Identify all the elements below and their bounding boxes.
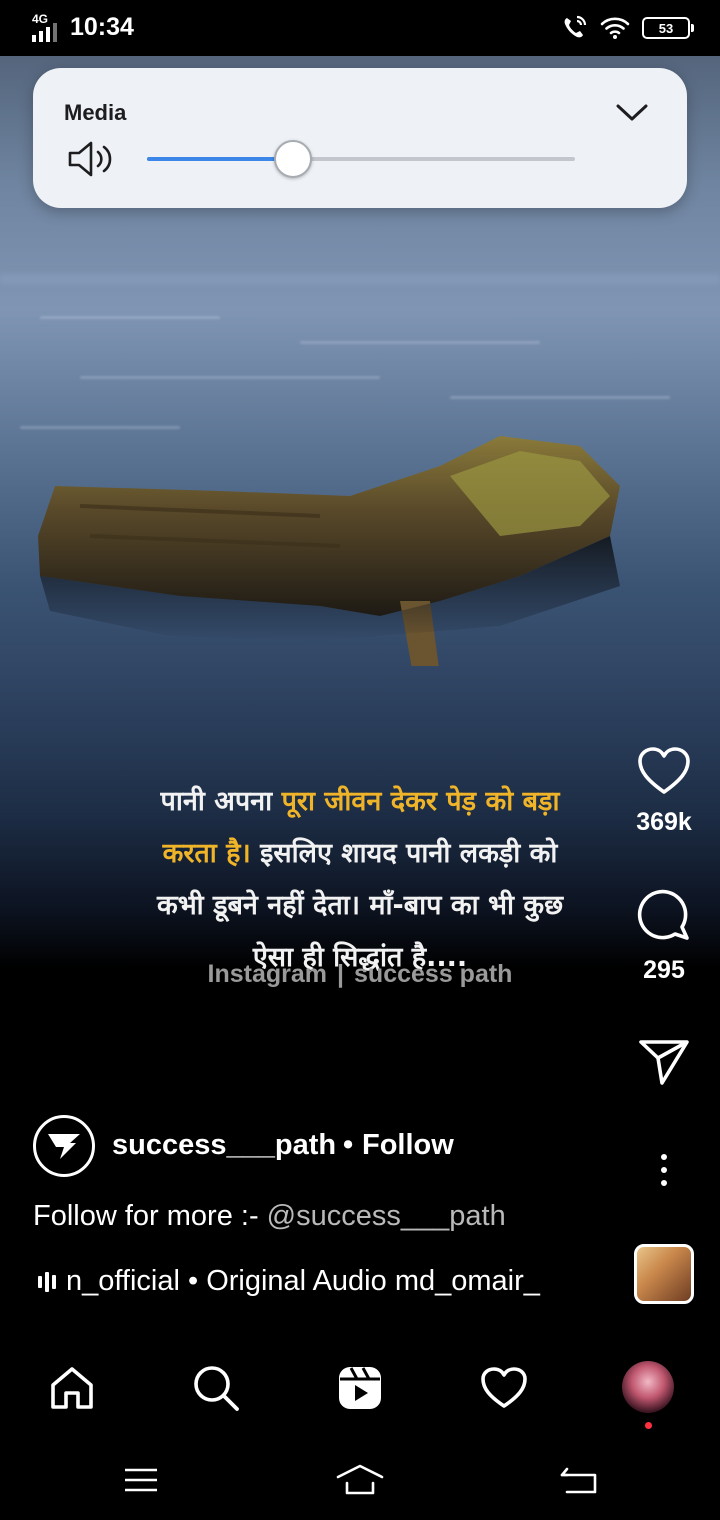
account-username[interactable]: success___path: [112, 1129, 336, 1162]
volume-panel-title: Media: [64, 100, 127, 125]
profile-avatar[interactable]: [622, 1361, 674, 1413]
comment-count: 295: [643, 956, 685, 984]
audio-thumbnail[interactable]: [634, 1244, 694, 1304]
caption-mention[interactable]: @success___path: [267, 1200, 506, 1232]
like-count: 369k: [636, 808, 692, 836]
chevron-down-icon[interactable]: [615, 102, 649, 124]
volume-slider[interactable]: [147, 140, 575, 178]
menu-icon[interactable]: [116, 1460, 166, 1500]
send-icon[interactable]: [638, 1038, 690, 1086]
like-action[interactable]: 369k: [620, 746, 708, 837]
share-action[interactable]: [620, 1038, 708, 1086]
credit-account: success path: [354, 960, 513, 988]
network-type: 4G: [32, 12, 49, 26]
nav-reels[interactable]: [332, 1360, 388, 1416]
bottom-nav: [0, 1324, 720, 1450]
reel-video[interactable]: [0, 56, 720, 1324]
more-options-icon[interactable]: [650, 1150, 678, 1190]
notification-dot: [645, 1422, 652, 1429]
quote-line3: कभी डूबने नहीं देता। माँ-बाप का भी कुछ: [156, 890, 564, 921]
cellular-signal-icon: 4G: [30, 12, 62, 42]
heart-icon[interactable]: [637, 746, 691, 796]
nav-activity[interactable]: [476, 1360, 532, 1416]
quote-line1: पानी अपना: [160, 786, 282, 817]
volume-slider-thumb[interactable]: [273, 140, 312, 178]
comment-icon[interactable]: [636, 888, 692, 944]
activity-heart-icon[interactable]: [480, 1366, 528, 1410]
credit-platform: Instagram: [207, 960, 328, 988]
reel-caption[interactable]: Follow for more :- @success___path: [33, 1200, 506, 1233]
reel-quote-text: पानी अपना पूरा जीवन देकर पेड़ को बड़ा कर…: [100, 776, 620, 984]
search-icon[interactable]: [192, 1364, 240, 1412]
media-volume-panel: Media: [33, 68, 687, 208]
caption-text: Follow for more :-: [33, 1200, 267, 1232]
status-icons: 53: [560, 14, 694, 42]
back-icon[interactable]: [554, 1460, 604, 1500]
reel-credit: Instagram | success path: [100, 960, 620, 989]
audio-info[interactable]: n_official • Original Audio md_omair_: [38, 1265, 608, 1298]
wifi-icon: [600, 17, 630, 39]
wifi-calling-icon: [564, 15, 587, 38]
nav-search[interactable]: [188, 1360, 244, 1416]
system-navigation-bar: [0, 1450, 720, 1520]
account-avatar[interactable]: [33, 1115, 95, 1177]
driftwood-image: [38, 436, 620, 666]
nav-home[interactable]: [44, 1360, 100, 1416]
separator-dot: •: [343, 1129, 354, 1161]
credit-separator: |: [337, 960, 345, 988]
follow-button[interactable]: Follow: [362, 1129, 454, 1162]
success-path-logo-icon: [48, 1134, 80, 1159]
home-icon[interactable]: [48, 1365, 96, 1411]
battery-icon: 53: [642, 17, 694, 39]
quote-line2-highlight: करता है।: [162, 838, 251, 869]
speaker-icon[interactable]: [67, 140, 115, 178]
battery-level: 53: [658, 20, 674, 36]
quote-line1-highlight: पूरा जीवन देकर पेड़ को बड़ा: [281, 786, 560, 817]
audio-bars-icon: [38, 1271, 56, 1292]
system-home-icon[interactable]: [335, 1460, 385, 1500]
clock: 10:34: [70, 13, 134, 41]
quote-line2: इसलिए शायद पानी लकड़ी को: [250, 838, 558, 869]
status-bar: 4G 10:34 53: [0, 0, 720, 56]
reels-icon[interactable]: [337, 1365, 383, 1411]
audio-text: n_official • Original Audio md_omair_: [66, 1265, 540, 1297]
comment-action[interactable]: 295: [620, 888, 708, 985]
volume-slider-fill: [147, 157, 293, 161]
